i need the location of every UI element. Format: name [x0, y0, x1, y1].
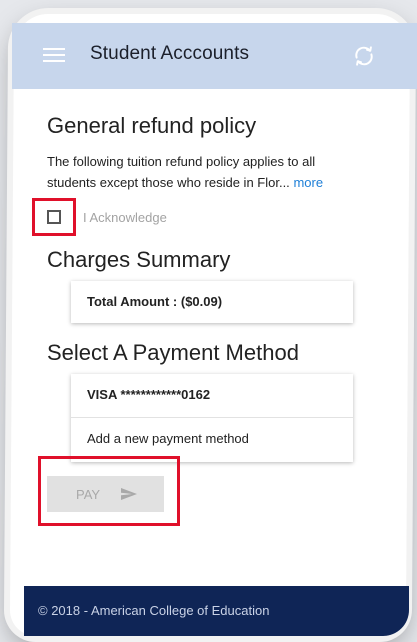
send-icon [121, 488, 137, 500]
pay-button[interactable]: PAY [47, 476, 164, 512]
app-title: Student Acccounts [90, 43, 250, 64]
app-bar: Student Acccounts [12, 23, 417, 89]
refund-policy-body: The following tuition refund policy appl… [47, 154, 316, 190]
pay-button-label: PAY [76, 487, 101, 502]
refund-policy-text: The following tuition refund policy appl… [47, 151, 363, 193]
refresh-icon[interactable] [351, 43, 377, 69]
payment-method-list: VISA ************0162 Add a new payment … [71, 374, 353, 462]
footer: © 2018 - American College of Education [24, 586, 409, 636]
add-payment-method-label: Add a new payment method [87, 431, 249, 446]
more-link[interactable]: more [293, 175, 323, 190]
acknowledge-label: I Acknowledge [83, 210, 167, 225]
total-amount-card: Total Amount : ($0.09) [71, 281, 353, 323]
app-content: Student Acccounts General refund policy … [0, 0, 417, 642]
footer-copyright: © 2018 - American College of Education [38, 603, 270, 618]
hamburger-menu-icon[interactable] [43, 46, 65, 64]
total-amount: Total Amount : ($0.09) [87, 294, 223, 309]
refund-policy-heading: General refund policy [47, 113, 257, 138]
charges-summary-heading: Charges Summary [47, 247, 231, 272]
payment-method-heading: Select A Payment Method [47, 340, 299, 365]
acknowledge-checkbox[interactable] [47, 210, 61, 224]
payment-method-visa[interactable]: VISA ************0162 [71, 374, 353, 418]
payment-method-visa-label: VISA ************0162 [87, 387, 211, 402]
add-payment-method[interactable]: Add a new payment method [71, 418, 353, 461]
